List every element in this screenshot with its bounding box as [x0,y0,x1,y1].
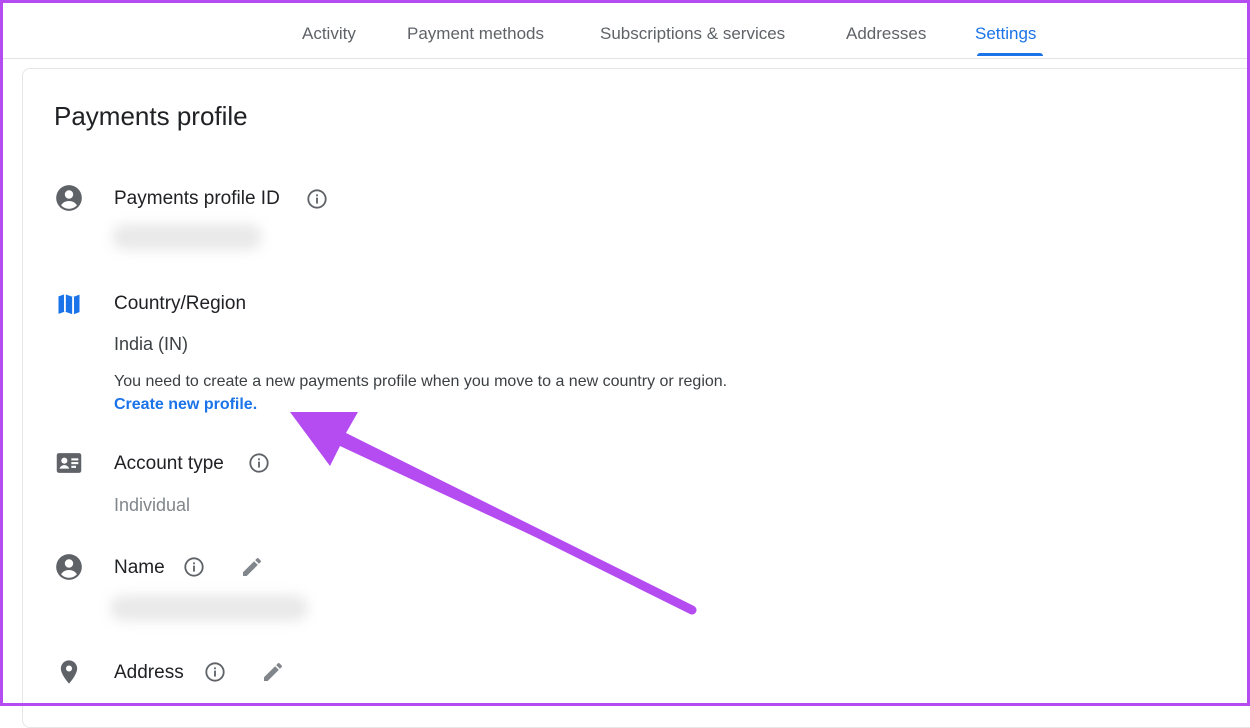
map-icon [58,294,80,315]
country-note: You need to create a new payments profil… [114,373,728,390]
tab-bar: Activity Payment methods Subscriptions &… [0,0,1250,59]
account-circle-icon [56,554,82,580]
info-icon[interactable] [204,661,226,683]
account-circle-icon [56,185,82,211]
info-icon[interactable] [183,556,205,578]
name-label: Name [114,557,165,578]
info-icon[interactable] [306,188,328,210]
account-type-value: Individual [114,495,191,515]
name-redacted [110,595,308,621]
page-title: Payments profile [54,101,248,131]
tab-addresses[interactable]: Addresses [846,24,926,44]
edit-pencil-icon[interactable] [240,555,264,579]
location-pin-icon [60,660,78,684]
active-tab-indicator [977,53,1043,56]
address-label: Address [114,662,184,683]
create-new-profile-link[interactable]: Create new profile. [114,396,257,414]
country-label: Country/Region [114,293,247,314]
edit-pencil-icon[interactable] [261,660,285,684]
profile-id-redacted [112,224,262,250]
country-value: India (IN) [114,334,189,354]
account-type-label: Account type [114,453,224,474]
tab-activity[interactable]: Activity [302,24,356,44]
tab-subscriptions-services[interactable]: Subscriptions & services [600,24,785,44]
info-icon[interactable] [248,452,270,474]
profile-id-label: Payments profile ID [114,188,280,209]
tab-settings[interactable]: Settings [975,24,1036,44]
tab-payment-methods[interactable]: Payment methods [407,24,544,44]
badge-icon [56,453,82,473]
